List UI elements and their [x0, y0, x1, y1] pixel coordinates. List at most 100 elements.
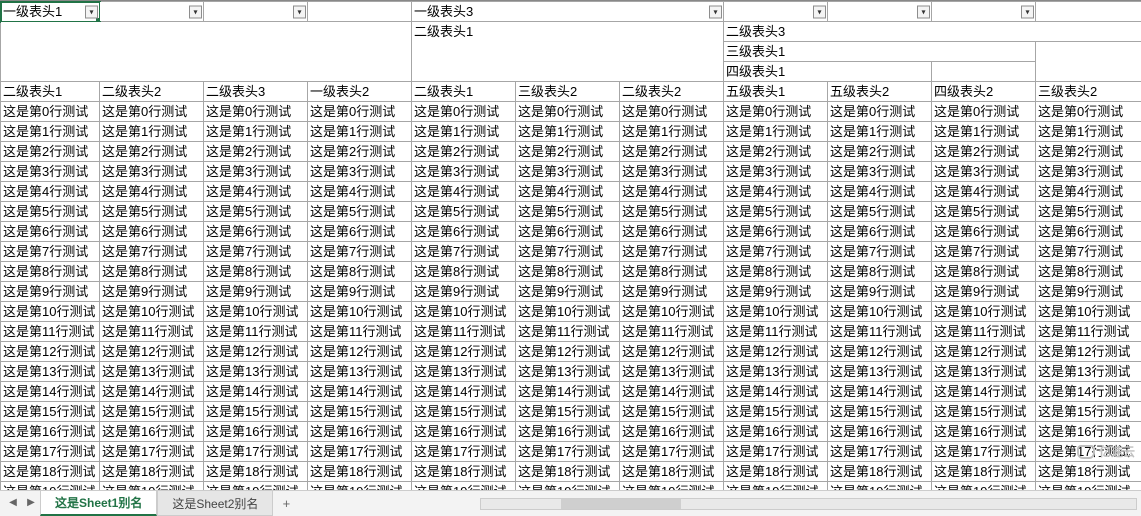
table-cell[interactable]: 这是第18行测试 [620, 462, 724, 482]
table-cell[interactable]: 这是第1行测试 [412, 122, 516, 142]
table-cell[interactable]: 这是第6行测试 [204, 222, 308, 242]
table-cell[interactable]: 这是第8行测试 [308, 262, 412, 282]
table-cell[interactable]: 这是第14行测试 [620, 382, 724, 402]
table-cell[interactable]: 这是第6行测试 [620, 222, 724, 242]
table-cell[interactable]: 这是第12行测试 [412, 342, 516, 362]
table-cell[interactable]: 这是第6行测试 [308, 222, 412, 242]
table-cell[interactable]: 这是第13行测试 [932, 362, 1036, 382]
table-cell[interactable]: 这是第4行测试 [516, 182, 620, 202]
table-cell[interactable]: 这是第10行测试 [828, 302, 932, 322]
table-cell[interactable]: 这是第18行测试 [932, 462, 1036, 482]
table-cell[interactable]: 这是第9行测试 [620, 282, 724, 302]
table-cell[interactable]: 这是第17行测试 [308, 442, 412, 462]
table-cell[interactable]: 这是第6行测试 [412, 222, 516, 242]
table-cell[interactable]: 这是第3行测试 [308, 162, 412, 182]
table-cell[interactable]: 这是第16行测试 [204, 422, 308, 442]
filter-dropdown-icon[interactable]: ▾ [813, 5, 826, 18]
table-cell[interactable]: 这是第14行测试 [308, 382, 412, 402]
tab-nav-prev[interactable]: ◀ [6, 495, 20, 509]
table-cell[interactable]: 这是第11行测试 [724, 322, 828, 342]
table-cell[interactable]: 这是第12行测试 [516, 342, 620, 362]
table-cell[interactable]: 这是第15行测试 [724, 402, 828, 422]
table-cell[interactable]: 这是第15行测试 [308, 402, 412, 422]
table-cell[interactable]: 这是第3行测试 [724, 162, 828, 182]
table-cell[interactable]: 这是第19行测试 [412, 482, 516, 491]
table-cell[interactable]: 这是第19行测试 [620, 482, 724, 491]
table-cell[interactable]: 这是第17行测试 [620, 442, 724, 462]
table-cell[interactable]: 这是第15行测试 [100, 402, 204, 422]
sheet-tab[interactable]: 这是Sheet2别名 [157, 491, 273, 516]
table-cell[interactable]: 这是第0行测试 [828, 102, 932, 122]
table-cell[interactable]: 这是第7行测试 [620, 242, 724, 262]
table-cell[interactable]: 这是第9行测试 [412, 282, 516, 302]
table-cell[interactable]: 这是第17行测试 [516, 442, 620, 462]
table-cell[interactable]: 这是第17行测试 [1036, 442, 1141, 462]
table-cell[interactable]: 这是第16行测试 [412, 422, 516, 442]
table-cell[interactable]: 这是第8行测试 [932, 262, 1036, 282]
table-cell[interactable]: 这是第13行测试 [620, 362, 724, 382]
table-cell[interactable]: 这是第19行测试 [516, 482, 620, 491]
table-cell[interactable]: 这是第14行测试 [516, 382, 620, 402]
table-cell[interactable]: 这是第8行测试 [620, 262, 724, 282]
table-cell[interactable]: 这是第7行测试 [308, 242, 412, 262]
table-cell[interactable]: 这是第5行测试 [828, 202, 932, 222]
table-cell[interactable]: 这是第0行测试 [724, 102, 828, 122]
table-cell[interactable]: 这是第10行测试 [724, 302, 828, 322]
table-cell[interactable]: 这是第14行测试 [724, 382, 828, 402]
table-cell[interactable]: 这是第17行测试 [932, 442, 1036, 462]
table-cell[interactable]: 这是第1行测试 [932, 122, 1036, 142]
table-cell[interactable]: 这是第19行测试 [100, 482, 204, 491]
table-cell[interactable]: 这是第10行测试 [204, 302, 308, 322]
table-cell[interactable]: 这是第16行测试 [516, 422, 620, 442]
table-cell[interactable]: 这是第2行测试 [620, 142, 724, 162]
table-cell[interactable]: 这是第6行测试 [1, 222, 100, 242]
table-cell[interactable]: 这是第13行测试 [412, 362, 516, 382]
table-cell[interactable]: 这是第3行测试 [412, 162, 516, 182]
table-cell[interactable]: 这是第5行测试 [1036, 202, 1141, 222]
table-cell[interactable]: 这是第2行测试 [412, 142, 516, 162]
table-cell[interactable]: 这是第18行测试 [724, 462, 828, 482]
table-cell[interactable]: 这是第1行测试 [100, 122, 204, 142]
table-cell[interactable]: 这是第18行测试 [412, 462, 516, 482]
table-cell[interactable]: 这是第9行测试 [724, 282, 828, 302]
table-cell[interactable]: 这是第18行测试 [1, 462, 100, 482]
table-cell[interactable]: 这是第12行测试 [308, 342, 412, 362]
table-cell[interactable]: 这是第10行测试 [100, 302, 204, 322]
table-cell[interactable]: 这是第19行测试 [828, 482, 932, 491]
table-cell[interactable]: 这是第5行测试 [724, 202, 828, 222]
table-cell[interactable]: 这是第19行测试 [932, 482, 1036, 491]
table-cell[interactable]: 这是第1行测试 [516, 122, 620, 142]
table-cell[interactable]: 这是第13行测试 [204, 362, 308, 382]
table-cell[interactable]: 这是第9行测试 [828, 282, 932, 302]
table-cell[interactable]: 这是第9行测试 [100, 282, 204, 302]
table-cell[interactable]: 这是第17行测试 [204, 442, 308, 462]
table-cell[interactable]: 这是第11行测试 [1, 322, 100, 342]
column-header-cell[interactable]: 五级表头1 [724, 82, 828, 102]
table-cell[interactable]: 这是第10行测试 [932, 302, 1036, 322]
table-cell[interactable]: 这是第2行测试 [724, 142, 828, 162]
table-cell[interactable]: 这是第3行测试 [620, 162, 724, 182]
table-cell[interactable]: 这是第5行测试 [1, 202, 100, 222]
table-cell[interactable]: 这是第13行测试 [828, 362, 932, 382]
table-cell[interactable]: 这是第2行测试 [1, 142, 100, 162]
table-cell[interactable]: 这是第16行测试 [1036, 422, 1141, 442]
filter-header-cell[interactable]: ▾ [828, 2, 932, 22]
table-cell[interactable]: 这是第10行测试 [412, 302, 516, 322]
table-cell[interactable]: 这是第8行测试 [516, 262, 620, 282]
table-cell[interactable]: 这是第14行测试 [828, 382, 932, 402]
table-cell[interactable]: 这是第6行测试 [724, 222, 828, 242]
scrollbar-thumb[interactable] [561, 499, 681, 509]
table-cell[interactable]: 这是第13行测试 [100, 362, 204, 382]
table-cell[interactable]: 这是第9行测试 [516, 282, 620, 302]
table-cell[interactable]: 这是第16行测试 [932, 422, 1036, 442]
table-cell[interactable]: 这是第11行测试 [412, 322, 516, 342]
table-cell[interactable]: 这是第2行测试 [100, 142, 204, 162]
table-cell[interactable]: 这是第0行测试 [412, 102, 516, 122]
table-cell[interactable]: 这是第14行测试 [1, 382, 100, 402]
table-cell[interactable]: 这是第8行测试 [724, 262, 828, 282]
table-cell[interactable]: 这是第18行测试 [308, 462, 412, 482]
table-cell[interactable]: 这是第13行测试 [1, 362, 100, 382]
table-cell[interactable]: 这是第0行测试 [204, 102, 308, 122]
table-cell[interactable]: 这是第12行测试 [1036, 342, 1141, 362]
table-cell[interactable]: 这是第12行测试 [204, 342, 308, 362]
